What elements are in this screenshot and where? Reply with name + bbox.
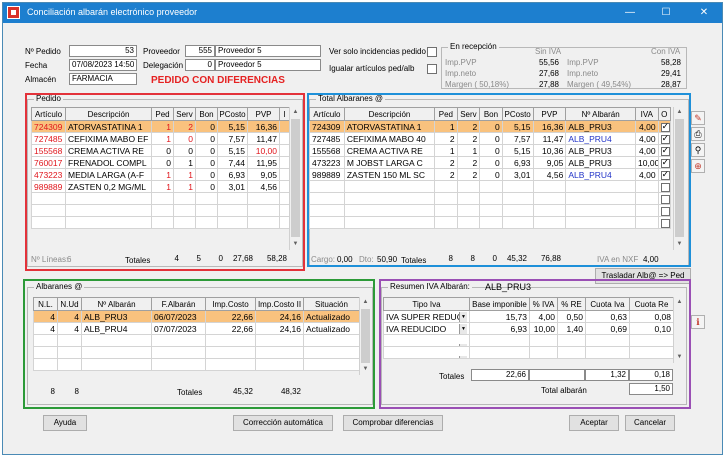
recepcion-title: En recepción: [448, 42, 499, 51]
recepcion-left-neto-label: Imp.neto: [445, 69, 477, 78]
edit-icon[interactable]: ✎: [691, 111, 705, 125]
recepcion-right-margen-label: Margen ( 49,54%): [567, 80, 632, 89]
solo-incidencias-label: Ver solo incidencias pedido: [329, 47, 426, 56]
proveedor-label: Proveedor: [143, 47, 180, 56]
fecha-label: Fecha: [25, 61, 48, 70]
recepcion-right-neto-label: Imp.neto: [567, 69, 599, 78]
pedido-alert: PEDIDO CON DIFERENCIAS: [151, 75, 285, 86]
fecha-field[interactable]: 07/08/2023 14:50: [69, 59, 137, 71]
recepcion-left-margen-label: Margen ( 50,18%): [445, 80, 510, 89]
recepcion-left-pvp-value: 55,56: [538, 58, 559, 67]
proveedor-code-field[interactable]: 555: [185, 45, 215, 57]
close-button[interactable]: ✕: [686, 3, 722, 23]
sin-iva-label: Sin IVA: [535, 47, 562, 56]
resumen-iva-highlight: [379, 279, 691, 409]
albaranes-highlight: [23, 279, 375, 409]
delegacion-code-field[interactable]: 0: [185, 59, 215, 71]
recepcion-left-margen-value: 27,88: [538, 80, 559, 89]
window-title: Conciliación albarán electrónico proveed…: [27, 7, 198, 17]
recepcion-left-pvp-label: Imp.PVP: [445, 58, 477, 67]
solo-incidencias-checkbox[interactable]: [427, 47, 437, 57]
pedido-label: Nº Pedido: [25, 47, 61, 56]
main-window: Conciliación albarán electrónico proveed…: [2, 2, 723, 455]
delegacion-label: Delegación: [143, 61, 184, 70]
aceptar-button[interactable]: Aceptar: [569, 415, 619, 431]
app-icon: [7, 6, 20, 19]
igualar-checkbox[interactable]: [427, 64, 437, 74]
pedido-highlight: [25, 93, 305, 271]
recepcion-right-pvp-label: Imp.PVP: [567, 58, 599, 67]
con-iva-label: Con IVA: [651, 47, 681, 56]
pedido-number-field[interactable]: 53: [69, 45, 137, 57]
recepcion-right-neto-value: 29,41: [660, 69, 681, 78]
info-icon[interactable]: ℹ: [691, 315, 705, 329]
recepcion-left-neto-value: 27,68: [538, 69, 559, 78]
ayuda-button[interactable]: Ayuda: [43, 415, 87, 431]
recepcion-right-margen-value: 28,87: [660, 80, 681, 89]
print-icon[interactable]: ⎙: [691, 127, 705, 141]
almacen-field[interactable]: FARMACIA: [69, 73, 137, 85]
total-albaranes-highlight: [307, 93, 691, 267]
recepcion-right-pvp-value: 58,28: [660, 58, 681, 67]
binoculars-icon[interactable]: ⚲: [691, 143, 705, 157]
maximize-button[interactable]: ☐: [648, 3, 684, 23]
almacen-label: Almacén: [25, 75, 57, 84]
delegacion-name-field[interactable]: Proveedor 5: [215, 59, 321, 71]
igualar-label: Igualar artículos ped/alb: [329, 64, 415, 73]
cancelar-button[interactable]: Cancelar: [625, 415, 675, 431]
comprobar-diferencias-button[interactable]: Comprobar diferencias: [343, 415, 443, 431]
zoom-icon[interactable]: ⊕: [691, 159, 705, 173]
title-bar: Conciliación albarán electrónico proveed…: [3, 3, 722, 23]
correccion-automatica-button[interactable]: Corrección automática: [233, 415, 333, 431]
proveedor-name-field[interactable]: Proveedor 5: [215, 45, 321, 57]
minimize-button[interactable]: —: [612, 3, 648, 23]
